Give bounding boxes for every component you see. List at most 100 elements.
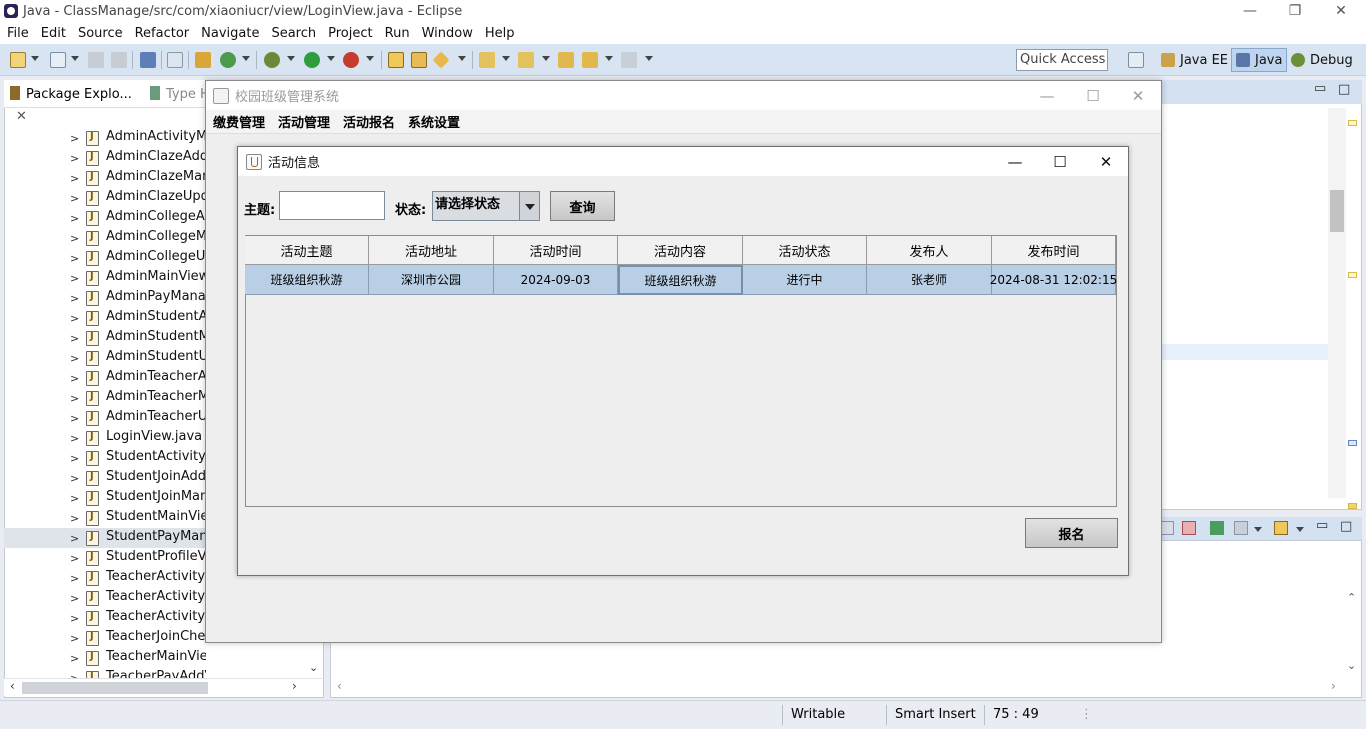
tree-item[interactable]: > LoginView.java xyxy=(4,428,206,448)
chevron-right-icon[interactable]: > xyxy=(70,552,79,565)
scroll-up-icon[interactable]: ⌃ xyxy=(1347,591,1356,604)
open-perspective-icon[interactable] xyxy=(1128,52,1144,68)
table-cell[interactable]: 班级组织秋游 xyxy=(245,265,369,295)
new-console-icon[interactable] xyxy=(1274,521,1288,535)
chevron-right-icon[interactable]: > xyxy=(70,632,79,645)
table-header-cell[interactable]: 活动主题 xyxy=(245,236,369,265)
chevron-right-icon[interactable]: > xyxy=(70,512,79,525)
new-wizard-dropdown-icon[interactable] xyxy=(71,56,79,61)
tree-item[interactable]: > AdminStudentMa xyxy=(4,328,206,348)
tree-item[interactable]: > StudentProfileVie xyxy=(4,548,206,568)
open-folder-icon[interactable] xyxy=(411,52,427,68)
scroll-left-icon[interactable]: ‹ xyxy=(10,679,15,693)
chevron-right-icon[interactable]: > xyxy=(70,412,79,425)
chevron-right-icon[interactable]: > xyxy=(70,392,79,405)
perspective-java[interactable]: Java xyxy=(1231,48,1288,72)
chevron-right-icon[interactable]: > xyxy=(70,312,79,325)
tree-item[interactable]: > AdminClazeMana xyxy=(4,168,206,188)
tree-item[interactable]: > AdminCollegeMa xyxy=(4,228,206,248)
tree-item[interactable]: > AdminPayManage xyxy=(4,288,206,308)
tree-item[interactable]: > AdminStudentAdd xyxy=(4,308,206,328)
scroll-left-icon[interactable]: ‹ xyxy=(337,679,342,693)
external-tools-dropdown-icon[interactable] xyxy=(366,56,374,61)
editor-vertical-scrollbar[interactable] xyxy=(1328,108,1346,498)
tree-item[interactable]: > AdminStudentUpd xyxy=(4,348,206,368)
chevron-right-icon[interactable]: > xyxy=(70,652,79,665)
chevron-right-icon[interactable]: > xyxy=(70,272,79,285)
signup-button[interactable]: 报名 xyxy=(1025,518,1118,548)
debug-icon[interactable] xyxy=(264,52,280,68)
chevron-right-icon[interactable]: > xyxy=(70,292,79,305)
menu-run[interactable]: Run xyxy=(378,26,415,41)
pin-console-icon[interactable] xyxy=(1160,521,1174,535)
tree-item[interactable]: > StudentActivityQu xyxy=(4,448,206,468)
run-dropdown-icon[interactable] xyxy=(327,56,335,61)
perspective-java-ee[interactable]: Java EE xyxy=(1157,48,1232,72)
debug-dropdown-icon[interactable] xyxy=(287,56,295,61)
table-cell[interactable]: 2024-08-31 12:02:15 xyxy=(990,265,1117,295)
annotation-marker-icon[interactable] xyxy=(1348,120,1357,126)
tree-item[interactable]: > StudentJoinAddVi xyxy=(4,468,206,488)
menu-project[interactable]: Project xyxy=(321,26,377,41)
package-explorer-horizontal-scrollbar[interactable]: ‹ › xyxy=(4,678,322,696)
tree-item[interactable]: > AdminCollegeUpd xyxy=(4,248,206,268)
tree-item[interactable]: > TeacherJoinCheckView.java xyxy=(4,628,206,648)
display-selected-console-icon[interactable] xyxy=(1210,521,1224,535)
chevron-right-icon[interactable]: > xyxy=(70,432,79,445)
tree-item[interactable]: >TeacherPayAddView.java xyxy=(4,668,206,678)
maximize-view-icon[interactable]: □ xyxy=(1338,82,1350,97)
menu-edit[interactable]: Edit xyxy=(34,26,71,41)
chevron-right-icon[interactable]: > xyxy=(70,172,79,185)
query-button[interactable]: 查询 xyxy=(550,191,615,221)
dialog-maximize-button[interactable]: ☐ xyxy=(1037,147,1083,176)
table-header-cell[interactable]: 活动时间 xyxy=(494,236,618,265)
tree-item[interactable]: > TeacherMainView.java xyxy=(4,648,206,668)
restore-button[interactable]: ❐ xyxy=(1272,0,1318,22)
menu-source[interactable]: Source xyxy=(71,26,128,41)
chevron-right-icon[interactable]: > xyxy=(70,452,79,465)
next-annotation-dropdown-icon[interactable] xyxy=(502,56,510,61)
menu-file[interactable]: File xyxy=(0,26,34,41)
table-header-cell[interactable]: 活动地址 xyxy=(369,236,494,265)
chevron-right-icon[interactable]: > xyxy=(70,372,79,385)
chevron-right-icon[interactable]: > xyxy=(70,232,79,245)
status-select[interactable]: 请选择状态 xyxy=(432,191,540,221)
close-tab-icon[interactable]: ✕ xyxy=(16,109,27,124)
forward-dropdown-icon[interactable] xyxy=(645,56,653,61)
table-cell[interactable]: 进行中 xyxy=(743,265,867,295)
open-type-icon[interactable] xyxy=(388,52,404,68)
refresh-dropdown-icon[interactable] xyxy=(242,56,250,61)
chevron-right-icon[interactable]: > xyxy=(70,152,79,165)
console-icon[interactable] xyxy=(140,52,156,68)
menu-payment-management[interactable]: 缴费管理 xyxy=(213,112,265,131)
tree-item[interactable]: > StudentPayManag xyxy=(4,528,206,548)
minimize-button[interactable]: — xyxy=(1227,0,1273,22)
scrollbar-thumb[interactable] xyxy=(1330,190,1344,232)
perspective-debug[interactable]: Debug xyxy=(1287,48,1357,72)
subject-input[interactable] xyxy=(279,191,385,220)
back-dropdown-icon[interactable] xyxy=(605,56,613,61)
chevron-right-icon[interactable]: > xyxy=(70,472,79,485)
app-close-button[interactable]: ✕ xyxy=(1115,81,1161,110)
annotation-marker-icon[interactable] xyxy=(1348,272,1357,278)
dialog-minimize-button[interactable]: — xyxy=(992,147,1038,176)
pencil-icon[interactable] xyxy=(432,51,450,69)
previous-annotation-icon[interactable] xyxy=(518,52,534,68)
next-annotation-icon[interactable] xyxy=(479,52,495,68)
menu-help[interactable]: Help xyxy=(478,26,520,41)
open-console-dropdown-icon[interactable] xyxy=(1254,527,1262,532)
tree-item[interactable]: > AdminTeacherUpd xyxy=(4,408,206,428)
back-icon[interactable] xyxy=(582,52,598,68)
scrollbar-thumb[interactable] xyxy=(22,682,208,694)
tree-item[interactable]: > TeacherActivityAd xyxy=(4,568,206,588)
menu-activity-signup[interactable]: 活动报名 xyxy=(343,112,395,131)
tree-item[interactable]: > StudentMainView xyxy=(4,508,206,528)
tab-package-explorer[interactable]: Package Explo... ✕ xyxy=(10,84,150,124)
pencil-dropdown-icon[interactable] xyxy=(458,56,466,61)
chevron-right-icon[interactable]: > xyxy=(70,132,79,145)
scroll-right-icon[interactable]: › xyxy=(1331,679,1336,693)
table-cell[interactable]: 深圳市公园 xyxy=(369,265,494,295)
table-header-cell[interactable]: 活动状态 xyxy=(743,236,867,265)
chevron-right-icon[interactable]: > xyxy=(70,352,79,365)
refresh-icon[interactable] xyxy=(220,52,236,68)
